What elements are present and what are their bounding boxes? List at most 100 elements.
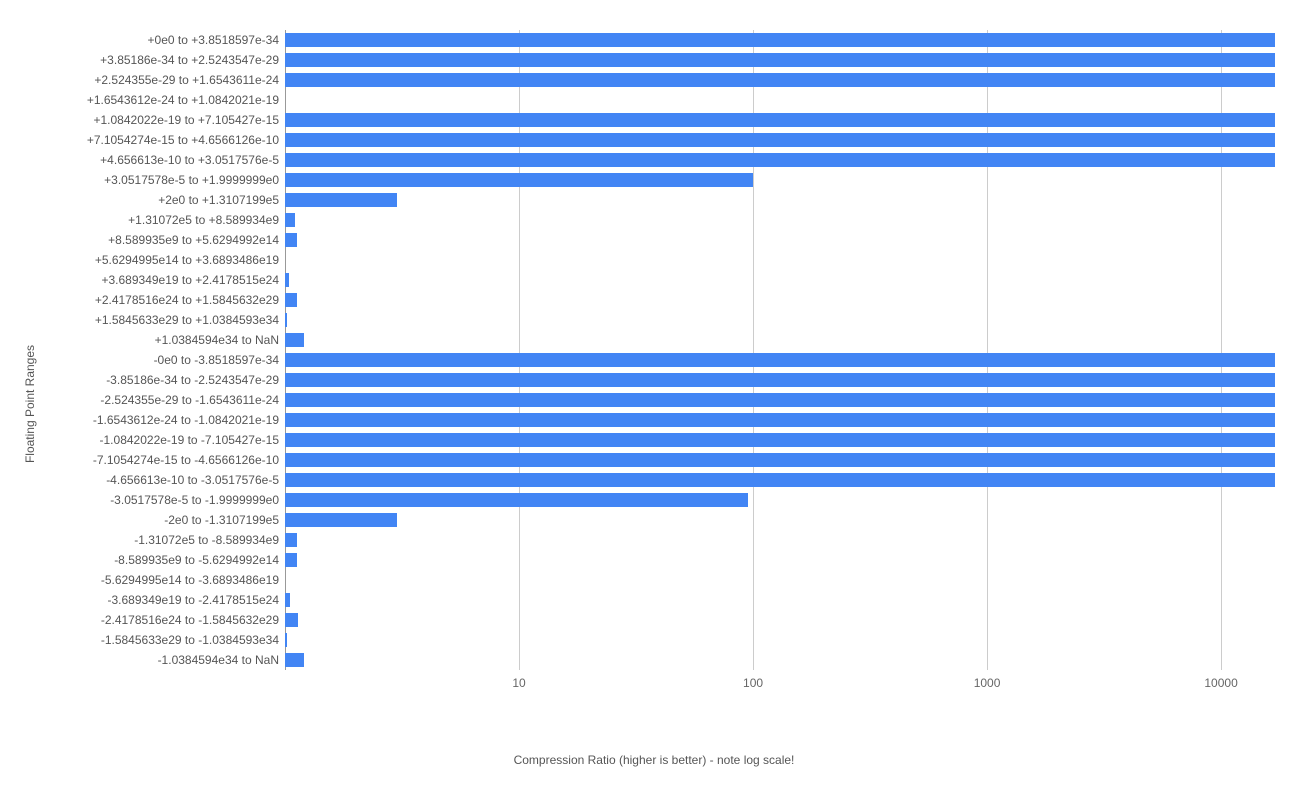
- bar: [285, 333, 304, 347]
- category-label: -4.656613e-10 to -3.0517576e-5: [106, 473, 279, 487]
- x-axis-title: Compression Ratio (higher is better) - n…: [0, 753, 1308, 767]
- bar-row: -1.6543612e-24 to -1.0842021e-19: [285, 410, 1275, 430]
- bar-row: +2.4178516e24 to +1.5845632e29: [285, 290, 1275, 310]
- category-label: +2e0 to +1.3107199e5: [158, 193, 279, 207]
- bar: [285, 113, 1275, 127]
- chart-container: Floating Point Ranges Compression Ratio …: [0, 0, 1308, 807]
- category-label: +2.4178516e24 to +1.5845632e29: [95, 293, 279, 307]
- bar-row: -2.524355e-29 to -1.6543611e-24: [285, 390, 1275, 410]
- category-label: -2.4178516e24 to -1.5845632e29: [101, 613, 279, 627]
- category-label: +1.6543612e-24 to +1.0842021e-19: [87, 93, 279, 107]
- bar-row: -3.0517578e-5 to -1.9999999e0: [285, 490, 1275, 510]
- category-label: +3.85186e-34 to +2.5243547e-29: [100, 53, 279, 67]
- category-label: +1.0842022e-19 to +7.105427e-15: [93, 113, 279, 127]
- category-label: -2.524355e-29 to -1.6543611e-24: [100, 393, 279, 407]
- bar-row: +1.0384594e34 to NaN: [285, 330, 1275, 350]
- category-label: +0e0 to +3.8518597e-34: [148, 33, 279, 47]
- bar: [285, 193, 397, 207]
- category-label: -5.6294995e14 to -3.6893486e19: [101, 573, 279, 587]
- category-label: +1.0384594e34 to NaN: [155, 333, 279, 347]
- category-label: +1.5845633e29 to +1.0384593e34: [95, 313, 279, 327]
- category-label: +3.689349e19 to +2.4178515e24: [101, 273, 279, 287]
- bar-row: -2.4178516e24 to -1.5845632e29: [285, 610, 1275, 630]
- category-label: -1.0384594e34 to NaN: [158, 653, 279, 667]
- bar: [285, 553, 297, 567]
- x-tick-label: 10: [512, 676, 525, 690]
- bar-row: +4.656613e-10 to +3.0517576e-5: [285, 150, 1275, 170]
- bar: [285, 153, 1275, 167]
- bar-row: +2e0 to +1.3107199e5: [285, 190, 1275, 210]
- category-label: +8.589935e9 to +5.6294992e14: [108, 233, 279, 247]
- bar-row: -5.6294995e14 to -3.6893486e19: [285, 570, 1275, 590]
- category-label: -3.0517578e-5 to -1.9999999e0: [110, 493, 279, 507]
- category-label: -1.31072e5 to -8.589934e9: [134, 533, 279, 547]
- bar: [285, 493, 748, 507]
- bar: [285, 273, 289, 287]
- bar-row: -7.1054274e-15 to -4.6566126e-10: [285, 450, 1275, 470]
- bar: [285, 393, 1275, 407]
- bar: [285, 653, 304, 667]
- category-label: +2.524355e-29 to +1.6543611e-24: [94, 73, 279, 87]
- bar-row: +3.689349e19 to +2.4178515e24: [285, 270, 1275, 290]
- category-label: -3.85186e-34 to -2.5243547e-29: [106, 373, 279, 387]
- bar: [285, 453, 1275, 467]
- bar: [285, 613, 298, 627]
- bar-row: +1.5845633e29 to +1.0384593e34: [285, 310, 1275, 330]
- category-label: +4.656613e-10 to +3.0517576e-5: [100, 153, 279, 167]
- category-label: +3.0517578e-5 to +1.9999999e0: [104, 173, 279, 187]
- bar-row: +2.524355e-29 to +1.6543611e-24: [285, 70, 1275, 90]
- bar: [285, 293, 297, 307]
- bar: [285, 633, 287, 647]
- bar: [285, 33, 1275, 47]
- category-label: -1.0842022e-19 to -7.105427e-15: [100, 433, 279, 447]
- bar: [285, 473, 1275, 487]
- bar-row: +1.6543612e-24 to +1.0842021e-19: [285, 90, 1275, 110]
- bar-row: +7.1054274e-15 to +4.6566126e-10: [285, 130, 1275, 150]
- bar: [285, 413, 1275, 427]
- bar: [285, 133, 1275, 147]
- bar: [285, 313, 287, 327]
- y-axis-title: Floating Point Ranges: [23, 344, 37, 462]
- category-label: +5.6294995e14 to +3.6893486e19: [95, 253, 279, 267]
- bar-row: -1.0384594e34 to NaN: [285, 650, 1275, 670]
- category-label: +7.1054274e-15 to +4.6566126e-10: [87, 133, 279, 147]
- bar: [285, 173, 753, 187]
- bar-row: -1.5845633e29 to -1.0384593e34: [285, 630, 1275, 650]
- bar-row: +3.0517578e-5 to +1.9999999e0: [285, 170, 1275, 190]
- bar-row: +1.0842022e-19 to +7.105427e-15: [285, 110, 1275, 130]
- category-label: +1.31072e5 to +8.589934e9: [128, 213, 279, 227]
- bar: [285, 233, 297, 247]
- bar-row: -4.656613e-10 to -3.0517576e-5: [285, 470, 1275, 490]
- bar-row: -8.589935e9 to -5.6294992e14: [285, 550, 1275, 570]
- bar: [285, 433, 1275, 447]
- bar: [285, 373, 1275, 387]
- bar-row: -3.689349e19 to -2.4178515e24: [285, 590, 1275, 610]
- category-label: -1.5845633e29 to -1.0384593e34: [101, 633, 279, 647]
- bar-row: -1.31072e5 to -8.589934e9: [285, 530, 1275, 550]
- plot-area: +0e0 to +3.8518597e-34+3.85186e-34 to +2…: [285, 30, 1275, 670]
- category-label: -8.589935e9 to -5.6294992e14: [114, 553, 279, 567]
- x-tick-label: 10000: [1204, 676, 1237, 690]
- bar: [285, 213, 295, 227]
- bar-row: -2e0 to -1.3107199e5: [285, 510, 1275, 530]
- bar-row: +8.589935e9 to +5.6294992e14: [285, 230, 1275, 250]
- bar: [285, 593, 290, 607]
- category-label: -3.689349e19 to -2.4178515e24: [108, 593, 280, 607]
- bar: [285, 53, 1275, 67]
- bar-row: -0e0 to -3.8518597e-34: [285, 350, 1275, 370]
- category-label: -0e0 to -3.8518597e-34: [154, 353, 279, 367]
- category-label: -2e0 to -1.3107199e5: [164, 513, 279, 527]
- bar: [285, 353, 1275, 367]
- category-label: -1.6543612e-24 to -1.0842021e-19: [93, 413, 279, 427]
- category-label: -7.1054274e-15 to -4.6566126e-10: [93, 453, 279, 467]
- bar: [285, 73, 1275, 87]
- bar: [285, 533, 297, 547]
- bar: [285, 513, 397, 527]
- bar-row: +0e0 to +3.8518597e-34: [285, 30, 1275, 50]
- bar-row: +1.31072e5 to +8.589934e9: [285, 210, 1275, 230]
- x-tick-label: 100: [743, 676, 763, 690]
- bar-row: +3.85186e-34 to +2.5243547e-29: [285, 50, 1275, 70]
- bar-row: -3.85186e-34 to -2.5243547e-29: [285, 370, 1275, 390]
- bar-row: -1.0842022e-19 to -7.105427e-15: [285, 430, 1275, 450]
- x-tick-label: 1000: [974, 676, 1001, 690]
